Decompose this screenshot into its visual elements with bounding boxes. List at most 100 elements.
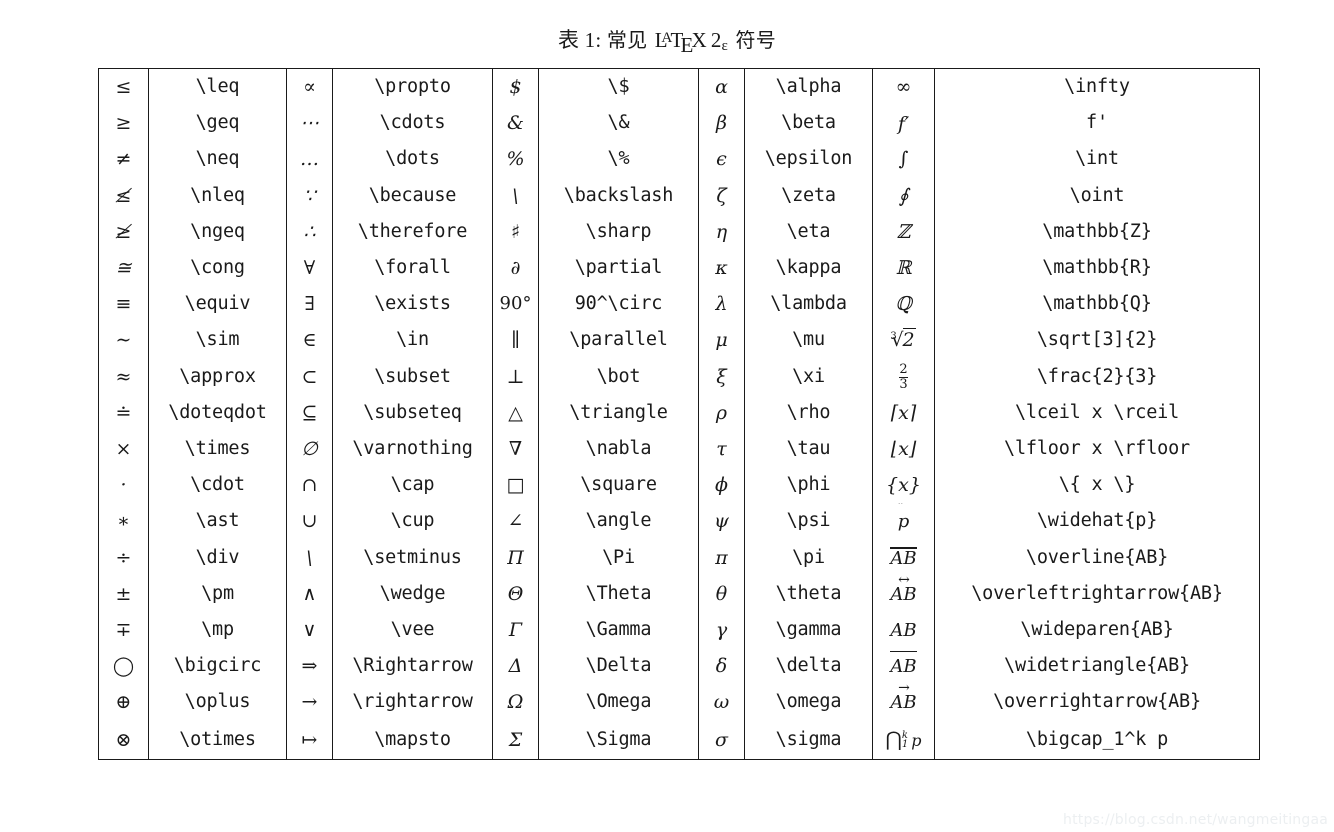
command-cell: \phi [744,467,873,504]
command-cell: \Theta [538,575,699,613]
symbol-cell: ∓ [98,612,149,649]
symbol-cell: ≤ [98,68,149,106]
table-row: ≐ \doteqdot ⊆ \subseteq △ \triangle ρ \r… [98,394,1260,432]
command-cell: \Pi [538,539,699,576]
symbol-cell-fraction: 23 [872,358,935,395]
symbol-cell: △ [492,394,539,432]
command-cell: \widehat{p} [934,503,1260,540]
logo-letter-a: A [661,29,673,46]
symbol-cell-widetriangle: ͡AB [872,648,935,685]
symbol-cell: ∧ [286,575,333,613]
command-cell: f' [934,105,1260,142]
symbol-cell: ξ [698,358,745,395]
symbol-cell: ≈ [98,358,149,395]
command-cell: \cup [332,503,493,540]
command-cell: \parallel [538,322,699,359]
symbol-cell: ⋯ [286,105,333,142]
command-cell: \beta [744,105,873,142]
command-cell: \otimes [148,720,287,760]
command-cell: \varnothing [332,431,493,468]
symbol-cell: ≅ [98,250,149,287]
command-cell: \backslash [538,177,699,214]
command-cell: \mp [148,612,287,649]
table-row: ∗ \ast ∪ \cup ∠ \angle ψ \psi ̂p \wideha… [98,503,1260,540]
command-cell: \overleftrightarrow{AB} [934,575,1260,613]
command-cell: \sqrt[3]{2} [934,322,1260,359]
symbol-cell: ∀ [286,250,333,287]
symbol-cell: ∞ [872,68,935,106]
table-row: ≰ \nleq ∵ \because \ \backslash ζ \zeta … [98,177,1260,214]
symbol-cell: ∇ [492,431,539,468]
command-cell: \mapsto [332,720,493,760]
command-cell: \dots [332,141,493,178]
symbol-cell: Ω [492,684,539,721]
command-cell: \cdots [332,105,493,142]
symbol-cell: ℝ [872,250,935,287]
symbol-cell: \ [286,539,333,576]
command-cell: \Delta [538,648,699,685]
command-cell: \angle [538,503,699,540]
command-cell: \zeta [744,177,873,214]
symbol-cell: ≱ [98,213,149,251]
command-cell: \cap [332,467,493,504]
symbol-cell: ⌊x⌋ [872,431,935,468]
logo-letter-e: E [680,33,694,58]
command-cell: \partial [538,250,699,287]
symbol-cell: σ [698,720,745,760]
symbol-cell: α [698,68,745,106]
symbol-cell: ψ [698,503,745,540]
command-cell: \because [332,177,493,214]
command-cell: \in [332,322,493,359]
symbol-cell: Σ [492,720,539,760]
command-cell: \sharp [538,213,699,251]
symbol-cell: ρ [698,394,745,432]
command-cell: \neq [148,141,287,178]
symbol-cell: ≡ [98,286,149,323]
symbol-cell: ∮ [872,177,935,214]
symbol-cell: % [492,141,539,178]
command-cell: \lceil x \rceil [934,394,1260,432]
command-cell: \$ [538,68,699,106]
command-cell: \lambda [744,286,873,323]
table-row: ≠ \neq … \dots % \% ϵ \epsilon ∫ \int [98,141,1260,178]
table-row: ≈ \approx ⊂ \subset ⊥ \bot ξ \xi 23 \fra… [98,358,1260,395]
symbol-cell: Γ [492,612,539,649]
watermark-text: https://blog.csdn.net/wangmeitingaa [1063,812,1328,828]
symbol-cell-overline: AB [872,539,935,576]
symbol-cell: ∵ [286,177,333,214]
command-cell: \wedge [332,575,493,613]
symbol-cell: ∪ [286,503,333,540]
command-cell: \psi [744,503,873,540]
symbol-cell: ℤ [872,213,935,251]
command-cell: \approx [148,358,287,395]
symbol-cell: ϕ [698,467,745,504]
table-row: ⊗ \otimes ↦ \mapsto Σ \Sigma σ \sigma ⋂ k… [98,720,1260,760]
table-row: ≤ \leq ∝ \propto $ \$ α \alpha ∞ \infty [98,68,1260,106]
command-cell: \exists [332,286,493,323]
symbol-cell: ϵ [698,141,745,178]
command-cell: \nabla [538,431,699,468]
symbol-cell: → [286,684,333,721]
table-caption: 表 1: 常见 LATEX 2ε 符号 [0,28,1334,56]
command-cell: \subset [332,358,493,395]
symbol-cell-wideparen: ͡AB [872,612,935,649]
command-cell: \square [538,467,699,504]
table-row: ≡ \equiv ∃ \exists 90° 90^\circ λ \lambd… [98,286,1260,323]
caption-suffix: 符号 [735,28,776,52]
command-cell: \sigma [744,720,873,760]
symbol-cell: β [698,105,745,142]
symbol-cell: … [286,141,333,178]
caption-label: 表 1: [558,28,602,52]
command-cell: \therefore [332,213,493,251]
symbol-cell: η [698,213,745,251]
command-cell: \Sigma [538,720,699,760]
symbol-cell: ÷ [98,539,149,576]
table-row: ≥ \geq ⋯ \cdots & \& β \beta f′ f' [98,105,1260,142]
symbol-cell: ⊆ [286,394,333,432]
symbol-cell: ∩ [286,467,333,504]
symbol-cell: ω [698,684,745,721]
command-cell: \widetriangle{AB} [934,648,1260,685]
command-cell: \mu [744,322,873,359]
symbol-cell: ∂ [492,250,539,287]
command-cell: \ngeq [148,213,287,251]
